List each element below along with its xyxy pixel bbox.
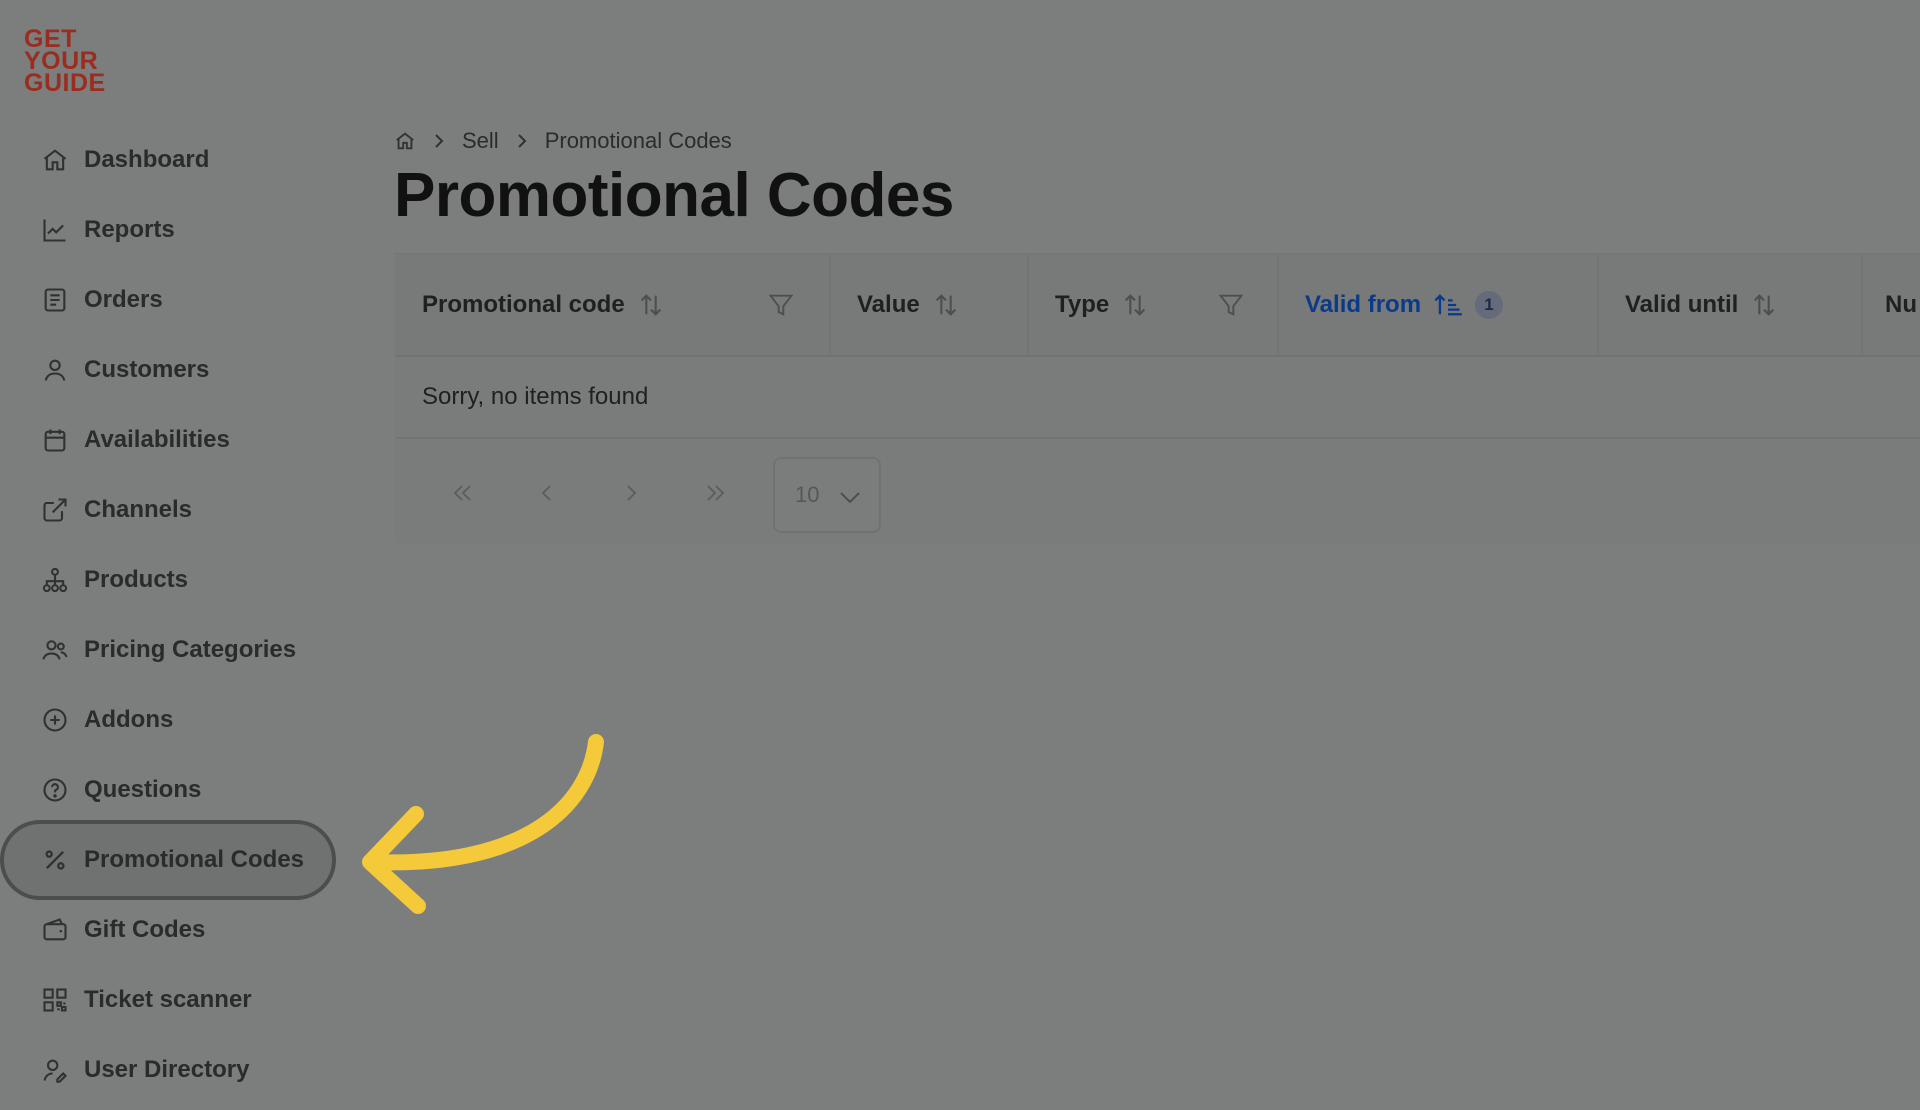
- double-chevron-right-icon[interactable]: [693, 471, 737, 515]
- sidebar-item-promotional-codes[interactable]: Promotional Codes: [0, 820, 336, 900]
- column-label: Value: [857, 291, 920, 318]
- chevron-right-icon: [515, 133, 529, 149]
- sidebar-item-label: Products: [84, 566, 189, 593]
- users-icon: [40, 635, 70, 665]
- column-label: Promotional code: [422, 291, 625, 318]
- sort-icon[interactable]: [637, 291, 665, 319]
- user-icon: [40, 355, 70, 385]
- column-header-promotional-code[interactable]: Promotional code: [395, 255, 831, 355]
- sort-icon[interactable]: [1121, 291, 1149, 319]
- receipt-icon: [40, 285, 70, 315]
- sidebar-item-label: Dashboard: [84, 146, 210, 173]
- sidebar-item-orders[interactable]: Orders: [0, 260, 336, 340]
- page-title: Promotional Codes: [394, 161, 954, 230]
- qr-code-icon: [40, 985, 70, 1015]
- filter-icon[interactable]: [1217, 291, 1245, 319]
- breadcrumb-sell[interactable]: Sell: [462, 128, 499, 154]
- page-size-select[interactable]: 10: [773, 457, 881, 533]
- column-header-valid-until[interactable]: Valid until: [1599, 255, 1863, 355]
- column-header-number[interactable]: Nu: [1863, 255, 1920, 355]
- chevron-down-icon: [839, 485, 861, 511]
- sidebar-item-label: Reports: [84, 216, 175, 243]
- pagination: 10: [395, 441, 1920, 543]
- wallet-icon: [40, 915, 70, 945]
- column-header-type[interactable]: Type: [1029, 255, 1279, 355]
- chevron-left-icon[interactable]: [525, 471, 569, 515]
- sidebar-item-label: Customers: [84, 356, 210, 383]
- logo-line-3: GUIDE: [24, 69, 106, 97]
- sidebar-item-gift-codes[interactable]: Gift Codes: [0, 890, 336, 970]
- column-label: Nu: [1885, 291, 1917, 318]
- percent-icon: [40, 845, 70, 875]
- filter-icon[interactable]: [767, 291, 795, 319]
- sidebar-item-label: Availabilities: [84, 426, 230, 453]
- sidebar-item-label: Addons: [84, 706, 174, 733]
- breadcrumb: Sell Promotional Codes: [394, 126, 732, 156]
- sidebar-item-products[interactable]: Products: [0, 540, 336, 620]
- user-edit-icon: [40, 1055, 70, 1085]
- sidebar-item-label: Promotional Codes: [84, 846, 305, 873]
- sort-ascending-icon[interactable]: [1433, 291, 1463, 319]
- sidebar-item-availabilities[interactable]: Availabilities: [0, 400, 336, 480]
- getyourguide-logo[interactable]: GET YOUR GUIDE: [24, 27, 114, 97]
- double-chevron-left-icon[interactable]: [441, 471, 485, 515]
- sidebar-item-label: Ticket scanner: [84, 986, 252, 1013]
- sidebar-item-pricing-categories[interactable]: Pricing Categories: [0, 610, 336, 690]
- home-icon[interactable]: [394, 130, 416, 152]
- external-link-icon: [40, 495, 70, 525]
- breadcrumb-current: Promotional Codes: [544, 128, 732, 153]
- empty-message: Sorry, no items found: [422, 383, 649, 410]
- sidebar-item-label: Channels: [84, 496, 193, 523]
- sidebar-item-label: Questions: [84, 776, 202, 803]
- sidebar-item-questions[interactable]: Questions: [0, 750, 336, 830]
- sidebar: GET YOUR GUIDE Dashboard Reports Orders …: [0, 0, 360, 1083]
- sidebar-item-channels[interactable]: Channels: [0, 470, 336, 550]
- column-header-valid-from[interactable]: Valid from 1: [1279, 255, 1599, 355]
- promotional-codes-table: Promotional code Value Type Valid from 1…: [395, 253, 1920, 543]
- sidebar-item-label: Orders: [84, 286, 163, 313]
- chevron-right-icon[interactable]: [609, 471, 653, 515]
- hierarchy-icon: [40, 565, 70, 595]
- chart-line-icon: [40, 215, 70, 245]
- sort-order-badge: 1: [1475, 291, 1504, 319]
- sidebar-item-label: Gift Codes: [84, 916, 206, 943]
- home-icon: [40, 145, 70, 175]
- page-size-value: 10: [795, 482, 820, 507]
- sort-icon[interactable]: [1750, 291, 1778, 319]
- sort-icon[interactable]: [932, 291, 960, 319]
- table-header: Promotional code Value Type Valid from 1…: [395, 253, 1920, 357]
- sidebar-item-addons[interactable]: Addons: [0, 680, 336, 760]
- column-header-value[interactable]: Value: [831, 255, 1029, 355]
- column-label: Valid from: [1305, 291, 1422, 318]
- plus-circle-icon: [40, 705, 70, 735]
- sidebar-item-reports[interactable]: Reports: [0, 190, 336, 270]
- sidebar-item-user-directory[interactable]: User Directory: [0, 1030, 336, 1110]
- sidebar-item-customers[interactable]: Customers: [0, 330, 336, 410]
- empty-state-row: Sorry, no items found: [395, 357, 1920, 439]
- column-label: Valid until: [1625, 291, 1739, 318]
- sidebar-item-dashboard[interactable]: Dashboard: [0, 120, 336, 200]
- chevron-right-icon: [432, 133, 446, 149]
- sidebar-item-ticket-scanner[interactable]: Ticket scanner: [0, 960, 336, 1040]
- sidebar-item-label: Pricing Categories: [84, 636, 297, 663]
- help-circle-icon: [40, 775, 70, 805]
- highlight-arrow-icon: [362, 734, 604, 914]
- column-label: Type: [1055, 291, 1110, 318]
- calendar-icon: [40, 425, 70, 455]
